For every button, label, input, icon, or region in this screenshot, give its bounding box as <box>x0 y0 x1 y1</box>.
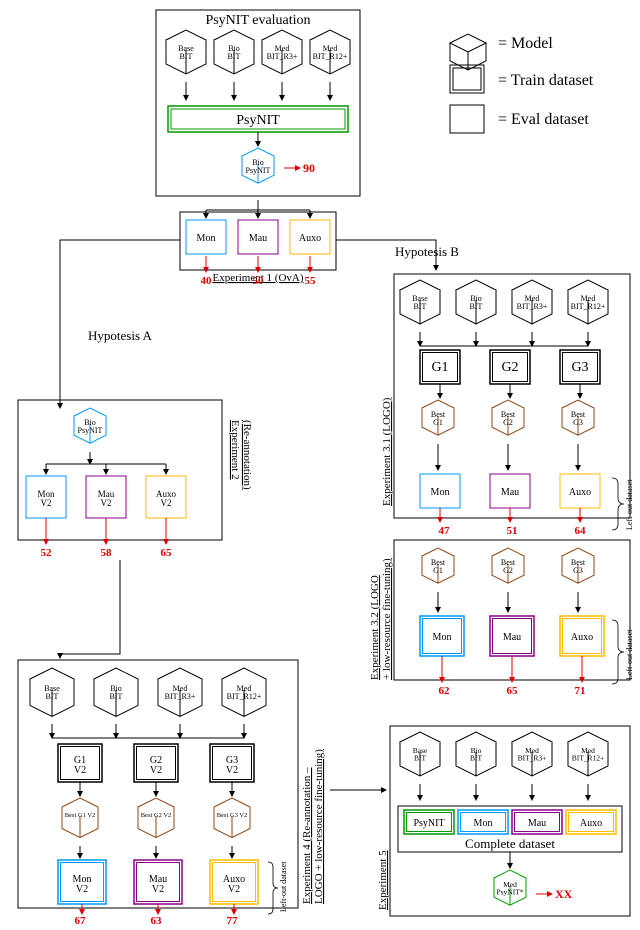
val-67: 67 <box>75 915 87 927</box>
svg-text:G2: G2 <box>501 360 518 375</box>
svg-text:Auxo: Auxo <box>571 632 593 643</box>
val-65: 65 <box>161 547 173 559</box>
complete-dataset: Complete dataset <box>465 836 555 851</box>
svg-text:BioBIT: BioBIT <box>110 684 123 701</box>
hyp-a: Hypotesis A <box>88 328 153 343</box>
val-65b: 65 <box>507 685 519 697</box>
diagram: = Model = Train dataset = Eval dataset P… <box>0 0 640 930</box>
svg-text:Auxo: Auxo <box>569 487 591 498</box>
exp32-b: + low-resource fine-tuning) <box>381 558 393 680</box>
hyp-b: Hypotesis B <box>395 244 459 259</box>
svg-text:G1: G1 <box>431 360 448 375</box>
svg-text:MonV2: MonV2 <box>73 874 92 895</box>
svg-text:BaseBIT: BaseBIT <box>178 44 194 61</box>
svg-text:BaseBIT: BaseBIT <box>44 684 60 701</box>
svg-text:Mon: Mon <box>197 233 216 244</box>
val-77: 77 <box>227 915 239 927</box>
svg-text:AuxoV2: AuxoV2 <box>156 489 176 508</box>
svg-text:G3V2: G3V2 <box>226 755 238 776</box>
val-90: 90 <box>303 161 315 175</box>
svg-text:BioBIT: BioBIT <box>470 294 483 311</box>
val-51: 51 <box>507 525 518 537</box>
val-58: 58 <box>101 547 113 559</box>
svg-text:BioBIT: BioBIT <box>228 44 241 61</box>
svg-text:BioBIT: BioBIT <box>470 746 483 763</box>
svg-text:Best G3 V2: Best G3 V2 <box>217 812 248 819</box>
svg-text:Mau: Mau <box>528 818 546 829</box>
val-52: 52 <box>41 547 53 559</box>
exp5-label: Experiment 5 <box>377 850 389 910</box>
svg-text:MauV2: MauV2 <box>149 874 167 895</box>
val-63: 63 <box>151 915 163 927</box>
exp4-a: Experiment 4 (Re-annotation – <box>301 767 313 904</box>
svg-text:Mau: Mau <box>249 233 267 244</box>
psynit-eval-title: PsyNIT evaluation <box>205 13 310 28</box>
val-62: 62 <box>439 685 451 697</box>
svg-text:Auxo: Auxo <box>580 818 602 829</box>
val-71: 71 <box>575 685 586 697</box>
exp2-a: Experiment 2 <box>229 420 241 480</box>
svg-text:Mau: Mau <box>503 632 521 643</box>
svg-text:G1V2: G1V2 <box>74 755 86 776</box>
leftout-32: Left-out dataset <box>625 629 634 680</box>
exp2-b: (Re-annotation) <box>241 420 253 490</box>
legend-train: = Train dataset <box>498 72 594 89</box>
svg-text:MauV2: MauV2 <box>98 489 115 508</box>
svg-text:G3: G3 <box>571 360 588 375</box>
val-64: 64 <box>575 525 587 537</box>
legend-model: = Model <box>498 35 553 52</box>
svg-text:Mau: Mau <box>501 487 519 498</box>
svg-text:Mon: Mon <box>433 632 452 643</box>
svg-text:BaseBIT: BaseBIT <box>413 746 428 763</box>
svg-text:AuxoV2: AuxoV2 <box>223 874 245 895</box>
val-55: 55 <box>305 275 317 287</box>
svg-text:PsyNIT: PsyNIT <box>413 818 444 829</box>
svg-text:Best G2 V2: Best G2 V2 <box>141 812 172 819</box>
val-50: 50 <box>253 275 265 287</box>
exp4-b: LOGO + low-resource fine-tuning) <box>313 749 325 904</box>
leftout-31: Left-out dataset <box>625 479 634 530</box>
val-xx: XX <box>555 887 573 901</box>
svg-text:MonV2: MonV2 <box>37 489 55 508</box>
legend: = Model = Train dataset = Eval dataset <box>450 34 594 133</box>
val-40: 40 <box>201 275 213 287</box>
val-47: 47 <box>439 525 451 537</box>
svg-text:Mon: Mon <box>431 487 450 498</box>
svg-text:Auxo: Auxo <box>299 233 321 244</box>
leftout-4: Left-out dataset <box>279 861 288 912</box>
svg-text:Mon: Mon <box>474 818 493 829</box>
exp32-a: Experiment 3.2 (LOGO <box>369 575 381 680</box>
exp31-label: Experiment 3.1 (LOGO) <box>381 397 393 506</box>
svg-text:G2V2: G2V2 <box>150 755 162 776</box>
legend-eval: = Eval dataset <box>498 111 589 128</box>
psynit-train: PsyNIT <box>236 113 280 128</box>
svg-text:BaseBIT: BaseBIT <box>412 294 428 311</box>
svg-text:Best G1 V2: Best G1 V2 <box>65 812 96 819</box>
